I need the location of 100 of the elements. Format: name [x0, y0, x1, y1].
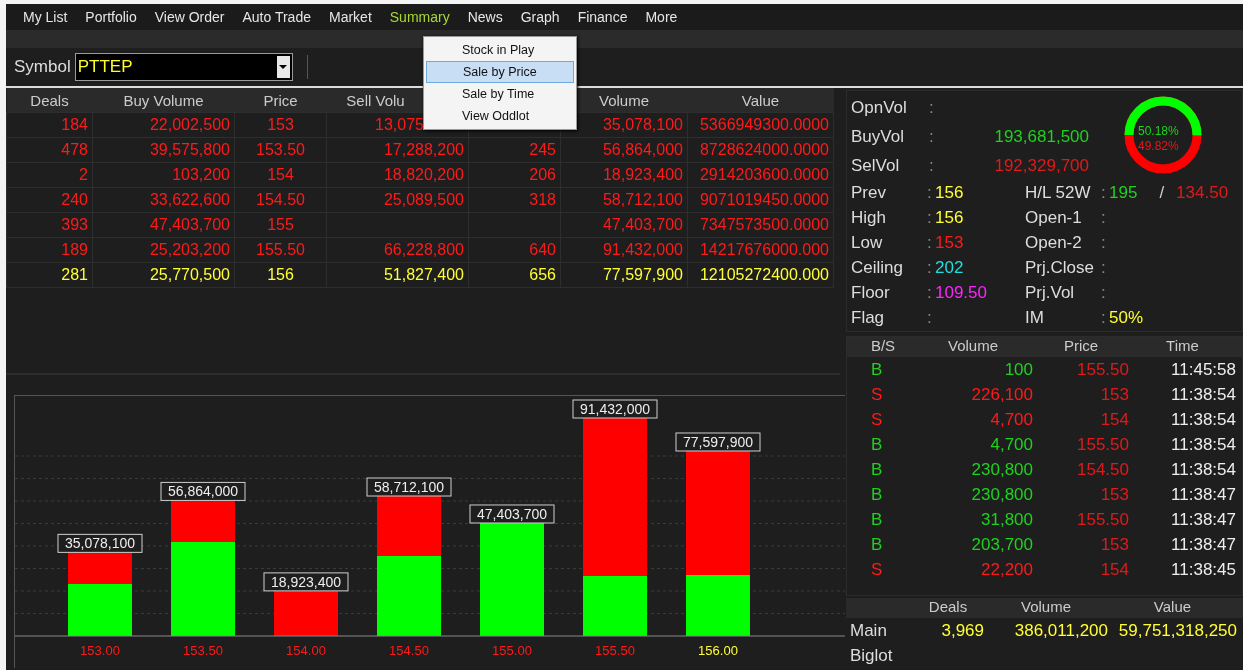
menu-item[interactable]: Finance [568, 9, 637, 25]
axis-label: 153.00 [80, 643, 120, 658]
volume-cell-text: 31,800 [980, 509, 1033, 531]
field-value: 109.50 [935, 283, 987, 302]
table-cell: 9071019450.0000 [699, 191, 829, 208]
field-label: Ceiling [851, 257, 904, 279]
data-label: 18,923,400 [270, 573, 342, 590]
menu-item[interactable]: My List [14, 9, 77, 25]
field-label: Floor [851, 282, 891, 304]
menu-item[interactable]: More [636, 9, 687, 25]
data-label: 35,078,100 [64, 535, 136, 552]
menu-option[interactable]: Sale by Price [426, 61, 574, 83]
field-value: 156 [935, 183, 964, 202]
column-header: Price [263, 91, 298, 109]
price-cell-text: 153 [1099, 534, 1129, 556]
table-cell: 17,288,200 [383, 141, 464, 158]
time-cell-text: 11:38:54 [1170, 459, 1236, 481]
value-label: 47,403,700 [469, 504, 555, 524]
colon-separator: : [1101, 283, 1106, 302]
volume-cell-text: 226,100 [970, 384, 1033, 406]
field-label: H/L 52W [1025, 182, 1092, 204]
value-label: 56,864,000 [160, 481, 246, 501]
menu-option[interactable]: View Oddlot [426, 105, 574, 127]
axis-label: 156.00 [698, 643, 738, 658]
table-cell: 206 [529, 166, 556, 183]
price-cell-text: 155.50 [1076, 359, 1129, 381]
field-label: SelVol [851, 155, 901, 176]
value-label: 35,078,100 [57, 533, 143, 553]
table-cell: 18,820,200 [383, 166, 464, 183]
value-label: 18,923,400 [263, 572, 349, 592]
table-cell: 393 [61, 216, 88, 233]
colon-separator: : [1101, 258, 1106, 277]
side-cell-text: S [870, 559, 884, 581]
table-cell: 245 [529, 141, 556, 158]
menu-item[interactable]: Auto Trade [233, 9, 320, 25]
table-cell: 2914203600.0000 [699, 166, 829, 183]
column-header: Price [1062, 337, 1100, 356]
table-cell: 14217676000.000 [699, 241, 829, 258]
side-cell-text: S [870, 384, 884, 406]
table-cell-text: 3,969 [940, 620, 984, 642]
field-label: Prj.Close [1025, 257, 1095, 279]
menu-option[interactable]: Sale by Time [426, 83, 574, 105]
sell-percent: 49.82% [1138, 139, 1179, 153]
table-cell: 318 [529, 191, 556, 208]
value-label: 91,432,000 [572, 399, 658, 419]
axis-label: 155.50 [595, 643, 635, 658]
field-label: Low [851, 232, 884, 254]
time-cell-text: 11:38:54 [1170, 384, 1236, 406]
field-label: Open-1 [1025, 207, 1083, 229]
column-header: Value [1152, 598, 1193, 617]
dropdown-caret-icon[interactable] [276, 56, 290, 78]
table-cell: 155.50 [256, 241, 305, 258]
table-cell-text: 59,751,318,250 [1117, 620, 1237, 642]
column-header: Volume [946, 337, 999, 356]
value-label: 77,597,900 [675, 432, 761, 452]
side-cell-text: B [870, 484, 884, 506]
table-cell: 33,622,600 [149, 191, 230, 208]
menu-item[interactable]: News [458, 9, 512, 25]
field-value: 195 [1109, 182, 1138, 204]
colon-separator: : [1101, 233, 1106, 252]
symbol-combo[interactable]: PTTEP [74, 53, 293, 81]
price-cell-text: 153 [1099, 384, 1129, 406]
table-cell: 35,078,100 [602, 116, 683, 133]
menu-item[interactable]: View Order [145, 9, 234, 25]
colon-separator: : [927, 258, 932, 277]
menu-item[interactable]: Summary [380, 9, 459, 25]
table-cell: 154.50 [256, 191, 305, 208]
table-cell: 51,827,400 [383, 266, 464, 283]
price-cell-text: 155.50 [1076, 434, 1129, 456]
time-cell-text: 11:38:54 [1170, 409, 1236, 431]
menu-item[interactable]: Portfolio [76, 9, 146, 25]
table-cell: 281 [61, 266, 88, 283]
table-cell: 25,089,500 [383, 191, 464, 208]
field-label: Prj.Vol [1025, 282, 1076, 304]
menu-item[interactable]: Market [320, 9, 381, 25]
menu-option[interactable]: Stock in Play [426, 39, 574, 61]
time-cell-text: 11:38:47 [1170, 509, 1236, 531]
table-cell: 22,002,500 [149, 116, 230, 133]
volume-cell-text: 4,700 [989, 409, 1033, 431]
column-header: Value [741, 91, 780, 109]
field-value: 156 [935, 208, 964, 227]
table-cell: 155 [267, 216, 294, 233]
column-header: Volume [1019, 598, 1072, 617]
column-header: Volume [598, 91, 649, 109]
table-cell: 640 [529, 241, 556, 258]
data-label: 56,864,000 [167, 483, 239, 500]
volume-bar [274, 590, 338, 636]
table-cell: 7347573500.0000 [699, 216, 829, 233]
column-header: Deals [927, 598, 969, 617]
table-cell: 39,575,800 [149, 141, 230, 158]
table-cell: 478 [61, 141, 88, 158]
colon-separator: : [927, 283, 932, 302]
field-label: Prev [851, 182, 887, 204]
colon-separator: : [1101, 208, 1106, 227]
value-label: 58,712,100 [366, 477, 452, 497]
side-cell-text: B [870, 534, 884, 556]
data-label: 77,597,900 [682, 433, 754, 450]
data-label: 47,403,700 [476, 505, 548, 522]
menu-item[interactable]: Graph [511, 9, 569, 25]
field-label: OpnVol [851, 97, 908, 118]
